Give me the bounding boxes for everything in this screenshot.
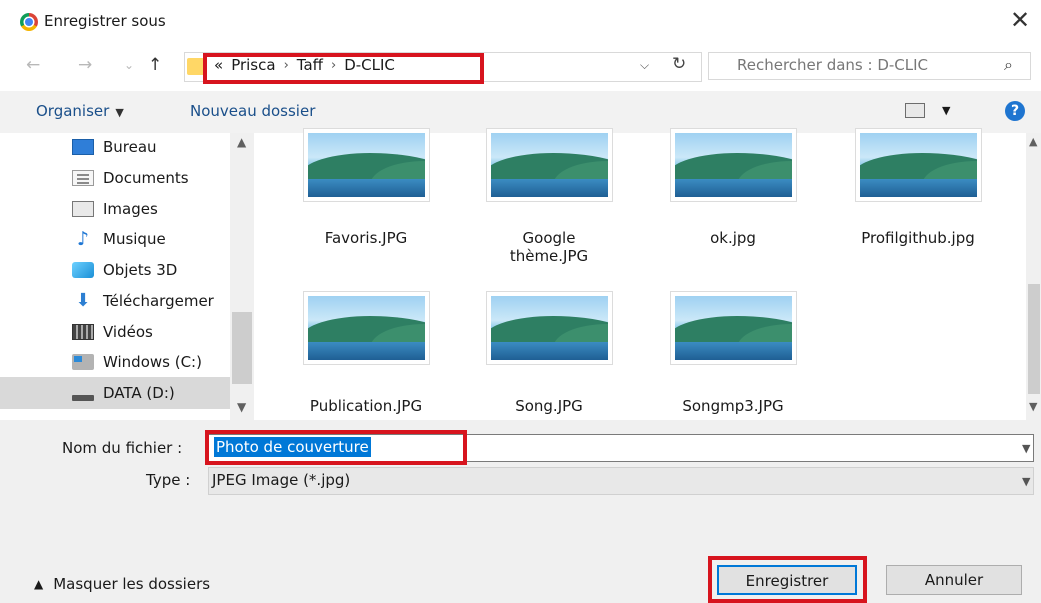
pictures-icon (72, 201, 94, 217)
sidebar-item-bureau[interactable]: Bureau (72, 132, 157, 162)
command-toolbar (0, 91, 1041, 133)
sidebar-item-data-d[interactable]: DATA (D:) (0, 377, 230, 409)
scroll-down-icon[interactable]: ▼ (1029, 400, 1037, 413)
sidebar-item-label: Téléchargemer (103, 292, 214, 310)
forward-arrow-icon[interactable]: → (78, 55, 92, 75)
sidebar-item-label: DATA (D:) (103, 384, 175, 402)
chevron-right-icon[interactable]: › (284, 58, 289, 73)
file-thumbnail[interactable] (303, 128, 430, 202)
chrome-icon (20, 13, 38, 31)
file-thumbnail[interactable] (855, 128, 982, 202)
sidebar-item-label: Documents (103, 169, 189, 187)
scroll-up-icon[interactable]: ▲ (237, 135, 246, 149)
sidebar-item-label: Windows (C:) (103, 353, 202, 371)
file-name[interactable]: Song.JPG (469, 397, 629, 415)
chevron-down-icon[interactable]: ⌵ (640, 58, 649, 73)
sidebar-item-videos[interactable]: Vidéos (72, 317, 153, 347)
filename-label: Nom du fichier : (62, 439, 183, 457)
save-button[interactable]: Enregistrer (717, 565, 857, 595)
breadcrumb-item-d-clic[interactable]: D-CLIC (344, 56, 395, 74)
file-type-value: JPEG Image (*.jpg) (212, 471, 351, 489)
file-thumbnail[interactable] (303, 291, 430, 365)
drive-d-icon (72, 394, 94, 401)
sidebar-item-telechargements[interactable]: ⬇ Téléchargemer (72, 286, 214, 316)
breadcrumb-item-taff[interactable]: Taff (297, 56, 323, 74)
file-list-scrollbar-thumb[interactable] (1028, 284, 1040, 394)
sidebar-item-label: Musique (103, 230, 166, 248)
3d-objects-icon (72, 262, 94, 278)
view-options-icon[interactable] (905, 103, 925, 118)
sidebar-scrollbar-thumb[interactable] (232, 312, 252, 384)
window-title: Enregistrer sous (44, 12, 166, 30)
file-name[interactable]: Google thème.JPG (469, 229, 629, 265)
cancel-button[interactable]: Annuler (886, 565, 1022, 595)
sidebar-item-label: Images (103, 200, 158, 218)
highlight-filename (205, 430, 467, 465)
caret-down-icon: ▼ (115, 106, 124, 119)
music-icon: ♪ (76, 228, 90, 250)
close-icon[interactable]: ✕ (1010, 6, 1030, 34)
breadcrumb-prefix[interactable]: « (214, 56, 223, 74)
sidebar-item-windows-c[interactable]: Windows (C:) (72, 347, 202, 377)
videos-icon (72, 324, 94, 340)
file-thumbnail[interactable] (670, 291, 797, 365)
file-name[interactable]: Publication.JPG (286, 397, 446, 415)
scroll-down-icon[interactable]: ▼ (237, 400, 246, 414)
chevron-down-icon[interactable]: ▼ (1022, 475, 1030, 488)
sidebar-item-label: Vidéos (103, 323, 153, 341)
hide-folders-label: Masquer les dossiers (53, 575, 211, 593)
refresh-icon[interactable]: ↻ (672, 54, 686, 74)
file-thumbnail[interactable] (486, 291, 613, 365)
organize-label: Organiser (36, 102, 110, 120)
organize-menu[interactable]: Organiser ▼ (36, 102, 124, 120)
hide-folders-toggle[interactable]: ▲ Masquer les dossiers (34, 575, 210, 593)
file-name[interactable]: Songmp3.JPG (653, 397, 813, 415)
breadcrumb: « Prisca › Taff › D-CLIC (214, 56, 395, 74)
sidebar-item-images[interactable]: Images (72, 194, 158, 224)
sidebar-item-musique[interactable]: ♪ Musique (72, 224, 166, 254)
drive-c-icon (72, 354, 94, 370)
search-placeholder: Rechercher dans : D-CLIC (737, 56, 929, 74)
chevron-right-icon[interactable]: › (331, 58, 336, 73)
file-name[interactable]: ok.jpg (653, 229, 813, 247)
file-thumbnail[interactable] (670, 128, 797, 202)
sidebar-item-objets-3d[interactable]: Objets 3D (72, 255, 177, 285)
file-name[interactable]: Profilgithub.jpg (838, 229, 998, 247)
new-folder-button[interactable]: Nouveau dossier (190, 102, 315, 120)
chevron-up-icon: ▲ (34, 577, 44, 591)
chevron-down-icon[interactable]: ▼ (1022, 442, 1030, 455)
caret-down-icon[interactable]: ▼ (942, 104, 950, 117)
file-thumbnail[interactable] (486, 128, 613, 202)
desktop-icon (72, 139, 94, 155)
breadcrumb-item-prisca[interactable]: Prisca (231, 56, 275, 74)
downloads-icon: ⬇ (75, 290, 91, 311)
sidebar-item-label: Bureau (103, 138, 157, 156)
sidebar-item-documents[interactable]: Documents (72, 163, 189, 193)
up-arrow-icon[interactable]: ↑ (148, 55, 162, 75)
scroll-up-icon[interactable]: ▲ (1029, 135, 1037, 148)
file-name[interactable]: Favoris.JPG (286, 229, 446, 247)
back-arrow-icon[interactable]: ← (26, 55, 40, 75)
recent-locations-icon[interactable]: ⌄ (124, 58, 134, 72)
sidebar-item-label: Objets 3D (103, 261, 178, 279)
type-label: Type : (146, 471, 191, 489)
search-icon[interactable]: ⌕ (1004, 55, 1013, 75)
help-icon[interactable]: ? (1005, 101, 1025, 121)
documents-icon (72, 170, 94, 186)
